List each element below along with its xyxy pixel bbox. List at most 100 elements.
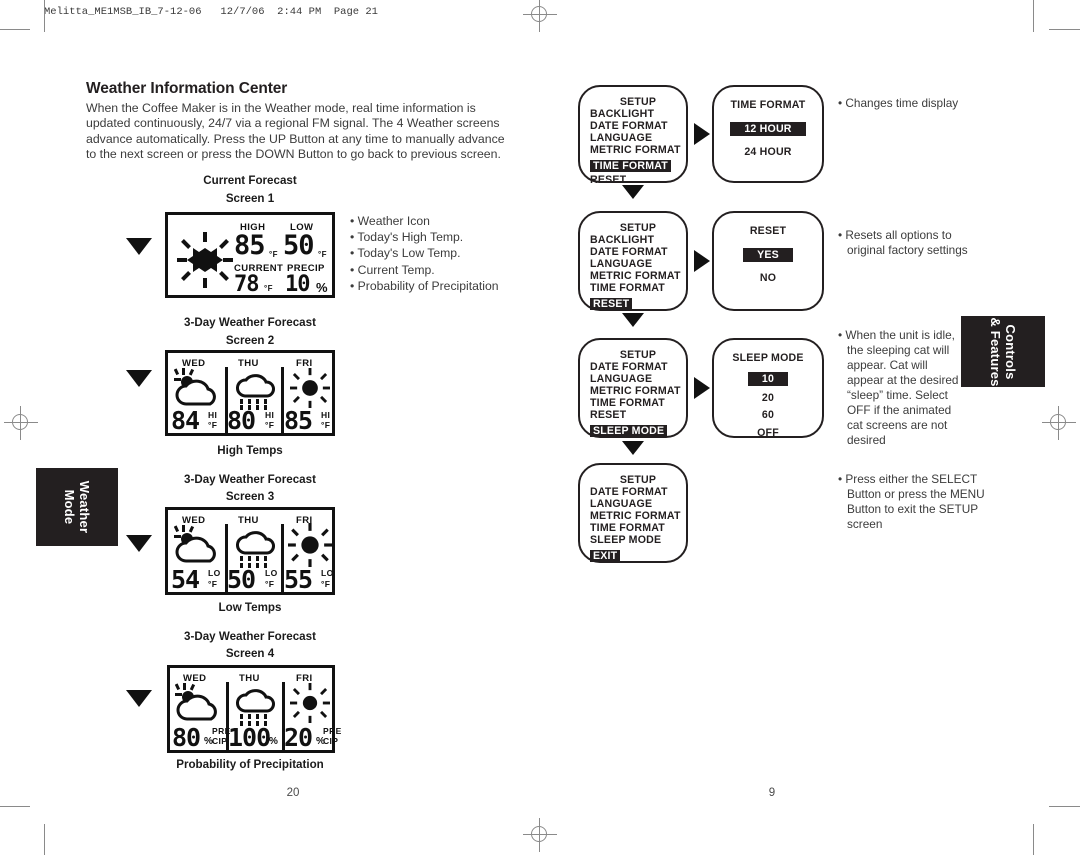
option-20[interactable]: 20 [714, 392, 822, 404]
note-sleep-mode: • When the unit is idle, the sleeping ca… [838, 328, 960, 448]
low-unit: °F [318, 250, 327, 259]
temp-suffix-thu-bottom: °F [265, 420, 275, 430]
menu-item-date-format[interactable]: DATE FORMAT [590, 486, 686, 498]
menu-setup-3[interactable]: SETUP DATE FORMAT LANGUAGE METRIC FORMAT… [578, 338, 688, 438]
lcd-screen-4: WED THU FRI 80 % PRE CIP 100 % 20 % PRE … [167, 665, 341, 753]
menu-item-time-format[interactable]: TIME FORMAT [590, 522, 686, 534]
high-unit: °F [269, 250, 278, 259]
low-value: 50 [283, 230, 315, 261]
current-value: 78 [234, 272, 259, 297]
menu-setup-2[interactable]: SETUP BACKLIGHT DATE FORMAT LANGUAGE MET… [578, 211, 688, 311]
tab-controls-features-label: Controls & Features [988, 316, 1018, 387]
crop-mark [1033, 824, 1034, 855]
menu-item-language[interactable]: LANGUAGE [590, 498, 686, 510]
menu-item-metric-format[interactable]: METRIC FORMAT [590, 144, 686, 156]
temp-value-thu: 50 [227, 565, 256, 594]
menu-item-language[interactable]: LANGUAGE [590, 373, 686, 385]
menu-setup-1[interactable]: SETUP BACKLIGHT DATE FORMAT LANGUAGE MET… [578, 85, 688, 186]
menu-item-sleep-mode[interactable]: SLEEP MODE [590, 534, 686, 546]
menu-setup-4[interactable]: SETUP DATE FORMAT LANGUAGE METRIC FORMAT… [578, 463, 688, 563]
menu-reset[interactable]: RESET YES NO [712, 211, 824, 311]
list-item: • Today's Low Temp. [350, 246, 461, 261]
sun-icon [290, 368, 330, 408]
lcd-screen-3: WED THU FRI 54 LO °F 50 LO °F 55 LO °F [165, 507, 335, 595]
option-60[interactable]: 60 [714, 409, 822, 421]
registration-mark-left [4, 406, 38, 440]
option-24-hour[interactable]: 24 HOUR [714, 146, 822, 158]
menu-title: SETUP [619, 474, 657, 486]
menu-item-backlight[interactable]: BACKLIGHT [590, 234, 686, 246]
flow-arrow-down-3 [622, 441, 644, 455]
temp-value-thu: 80 [227, 406, 256, 435]
menu-item-language[interactable]: LANGUAGE [590, 132, 686, 144]
precip-pct-thu: % [269, 736, 279, 747]
option-10[interactable]: 10 [747, 372, 789, 386]
note-text: • Resets all options to original factory… [838, 228, 968, 257]
option-yes[interactable]: YES [743, 248, 793, 262]
menu-item-metric-format[interactable]: METRIC FORMAT [590, 385, 686, 397]
menu-item-metric-format[interactable]: METRIC FORMAT [590, 510, 686, 522]
menu-sleep-mode[interactable]: SLEEP MODE 10 20 60 OFF [712, 338, 824, 439]
page-number-left: 20 [286, 787, 300, 799]
rain-cloud-icon [236, 689, 275, 726]
tab-weather-mode: Weather Mode [36, 468, 118, 546]
menu-item-reset[interactable]: RESET [590, 409, 686, 421]
screen3-caption-below: Low Temps [218, 601, 282, 614]
crop-mark [0, 29, 30, 30]
sun-behind-cloud-icon [175, 683, 217, 721]
menu-item-date-format[interactable]: DATE FORMAT [590, 361, 686, 373]
option-12-hour[interactable]: 12 HOUR [730, 122, 806, 136]
advance-arrow-1 [126, 238, 152, 255]
sun-icon [290, 683, 330, 723]
menu-item-exit[interactable]: EXIT [590, 550, 621, 562]
note-text: • Press either the SELECT Button or pres… [838, 472, 985, 531]
current-unit: °F [264, 284, 273, 293]
rain-cloud-icon [236, 531, 275, 568]
menu-item-time-format[interactable]: TIME FORMAT [590, 397, 686, 409]
note-text: • When the unit is idle, the sleeping ca… [838, 328, 959, 447]
menu-title: SETUP [619, 96, 657, 108]
lcd-screen-2: WED THU FRI 84 HI °F 80 HI °F 85 HI °F [165, 350, 335, 436]
screen2-caption-line1: 3-Day Weather Forecast [184, 316, 316, 329]
menu-item-date-format[interactable]: DATE FORMAT [590, 120, 686, 132]
screen4-caption-below: Probability of Precipitation [176, 758, 324, 771]
menu-item-sleep-mode[interactable]: SLEEP MODE [590, 425, 668, 437]
temp-value-fri: 85 [284, 406, 313, 435]
screen3-caption-line1: 3-Day Weather Forecast [184, 473, 316, 486]
screen4-caption-line2: Screen 4 [225, 647, 275, 660]
temp-suffix-fri-top: LO [321, 568, 334, 578]
crop-mark [44, 0, 45, 32]
page-number-right: 9 [768, 787, 776, 799]
option-no[interactable]: NO [714, 272, 822, 284]
menu-item-language[interactable]: LANGUAGE [590, 258, 686, 270]
temp-suffix-thu-top: HI [265, 410, 275, 420]
precip-unit: % [316, 280, 328, 295]
menu-item-date-format[interactable]: DATE FORMAT [590, 246, 686, 258]
registration-mark-top [523, 0, 557, 32]
advance-arrow-3 [126, 535, 152, 552]
sun-icon [288, 523, 332, 567]
screen2-caption-below: High Temps [217, 444, 283, 457]
menu-time-format[interactable]: TIME FORMAT 12 HOUR 24 HOUR [712, 85, 824, 183]
list-item: • Weather Icon [350, 214, 430, 228]
tab-controls-features: Controls & Features [961, 316, 1045, 387]
menu-item-time-format[interactable]: TIME FORMAT [590, 282, 686, 294]
precip-suffix-fri-bottom: CIP [323, 736, 339, 746]
precip-suffix-wed-bottom: CIP [212, 736, 228, 746]
temp-suffix-fri-bottom: °F [321, 420, 331, 430]
flow-arrow-down-2 [622, 313, 644, 327]
sun-behind-cloud-icon [174, 525, 216, 563]
menu-item-backlight[interactable]: BACKLIGHT [590, 108, 686, 120]
crop-mark [0, 806, 30, 807]
menu-item-reset[interactable]: RESET [590, 298, 633, 310]
option-off[interactable]: OFF [714, 427, 822, 439]
manual-spread: Melitta_ME1MSB_IB_7-12-06 12/7/06 2:44 P… [0, 0, 1080, 855]
flow-arrow-right-2 [694, 250, 710, 272]
temp-suffix-thu-top: LO [265, 568, 278, 578]
menu-item-metric-format[interactable]: METRIC FORMAT [590, 270, 686, 282]
tab-weather-mode-label: Weather Mode [62, 480, 92, 534]
note-reset: • Resets all options to original factory… [838, 228, 988, 258]
advance-arrow-4 [126, 690, 152, 707]
temp-suffix-wed-bottom: °F [208, 420, 218, 430]
menu-item-time-format[interactable]: TIME FORMAT [590, 160, 671, 172]
